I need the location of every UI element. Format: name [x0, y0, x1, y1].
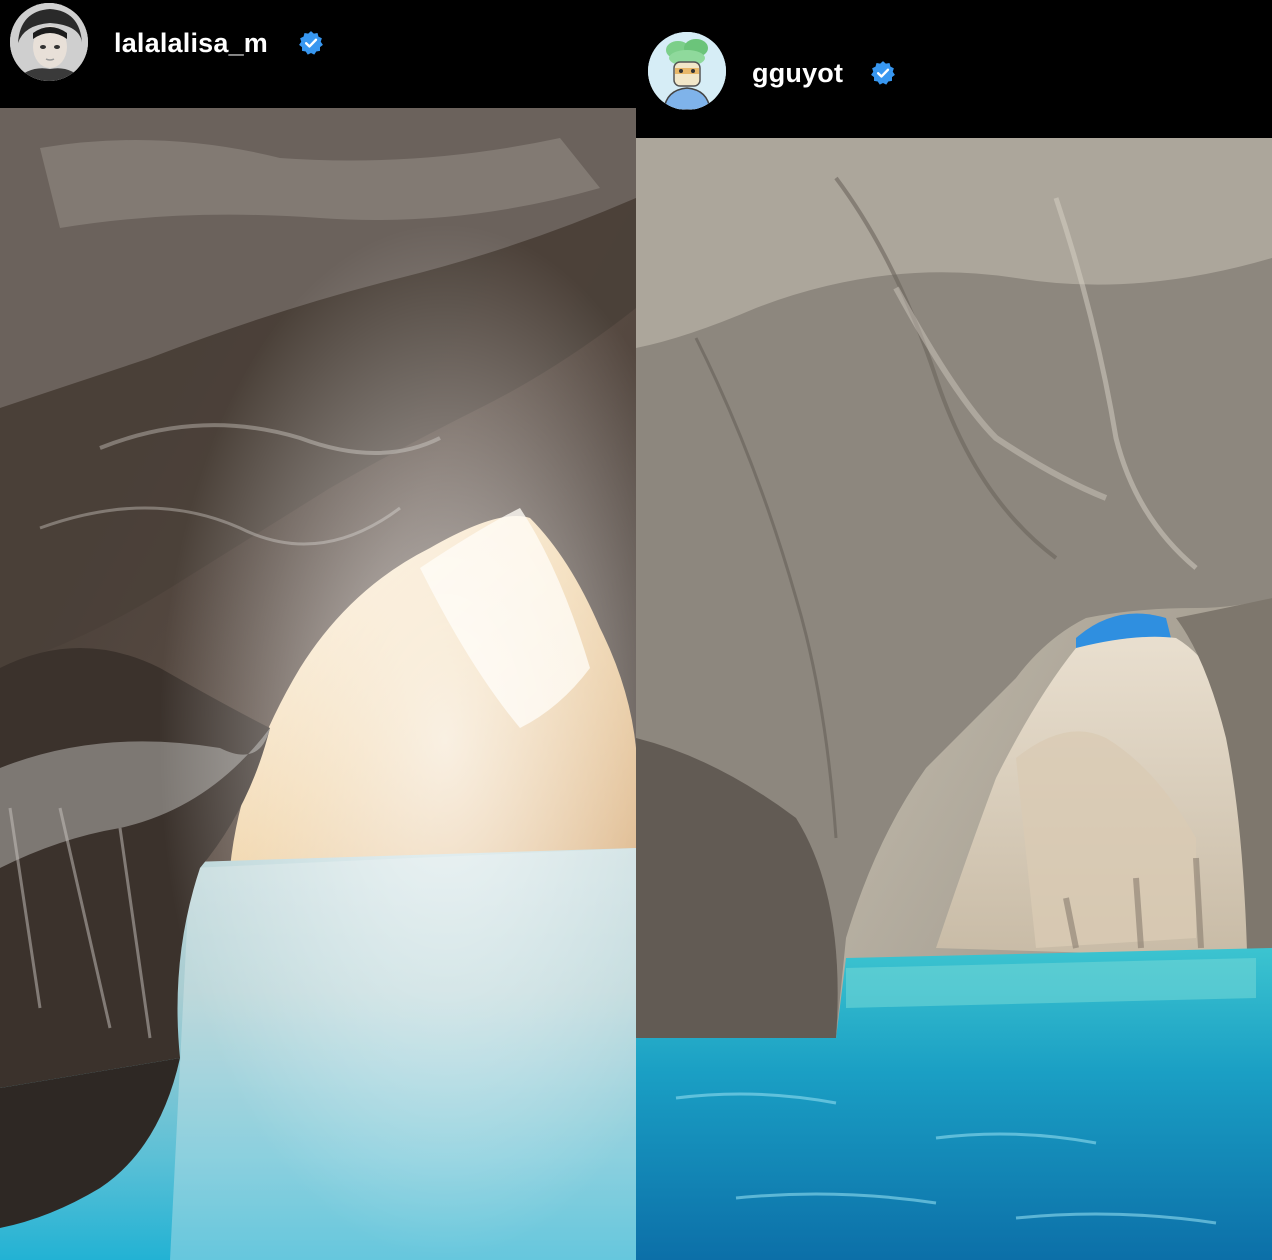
post-photo[interactable]: [0, 108, 636, 1260]
post-header: gguyot: [636, 0, 1272, 138]
verified-badge-icon: [299, 31, 323, 55]
cartoon-avatar-icon: [648, 32, 726, 110]
post-header: lalalalisa_m: [0, 0, 636, 108]
avatar[interactable]: [648, 32, 726, 110]
avatar[interactable]: [10, 3, 88, 81]
rock-arch-photo-icon: [636, 138, 1272, 1260]
verified-badge-icon: [871, 61, 895, 85]
profile-photo-icon: [10, 3, 88, 81]
post-right: gguyot: [636, 0, 1272, 1260]
sea-cave-photo-icon: [0, 108, 636, 1260]
username[interactable]: gguyot: [752, 58, 843, 89]
post-left: lalalalisa_m: [0, 0, 636, 1260]
post-photo[interactable]: [636, 138, 1272, 1260]
username[interactable]: lalalalisa_m: [114, 28, 268, 59]
